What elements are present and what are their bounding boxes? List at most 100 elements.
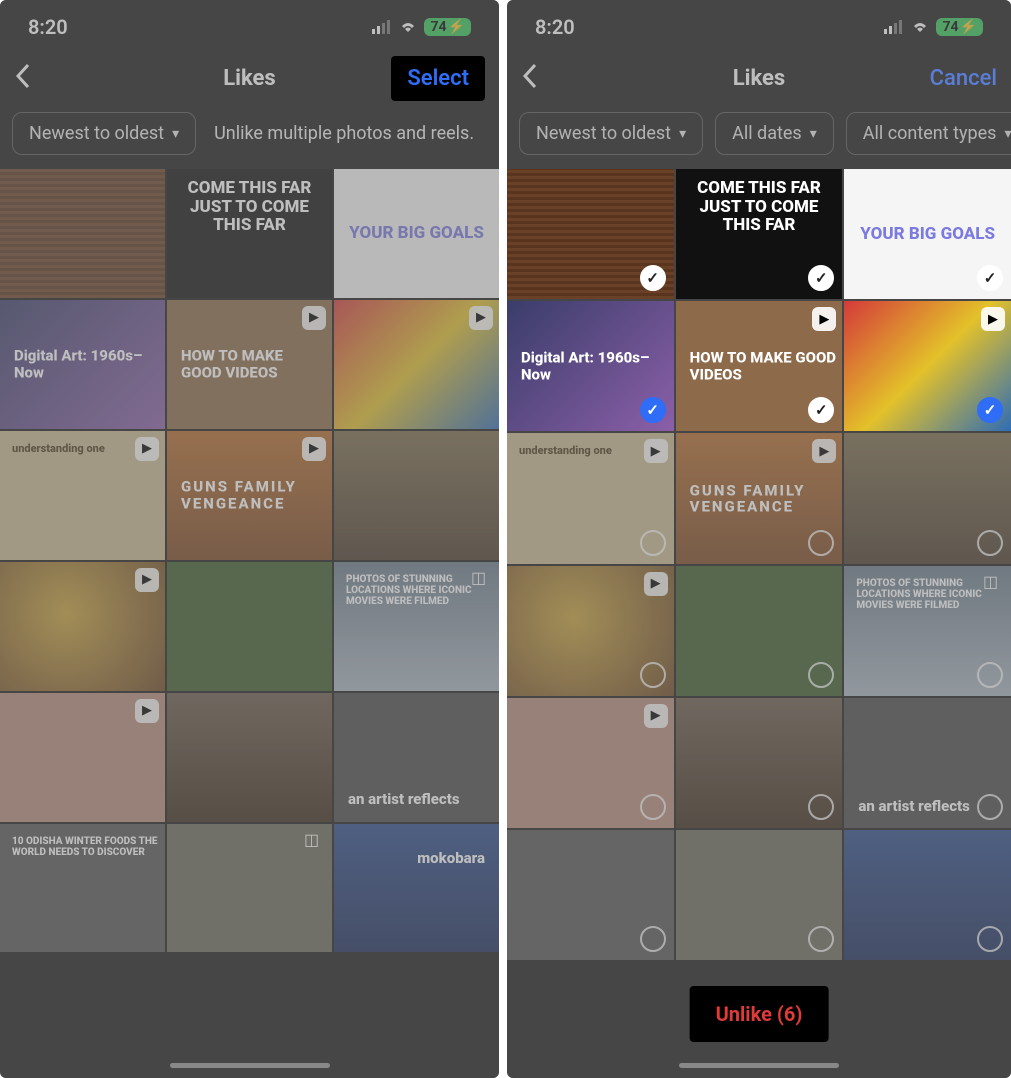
tile-snow[interactable]: ◫PHOTOS OF STUNNING LOCATIONS WHERE ICON… — [334, 562, 499, 691]
unlike-count: 6 — [784, 1002, 795, 1026]
date-filter-label: All dates — [732, 123, 802, 144]
tile-wood[interactable] — [0, 169, 165, 298]
chevron-down-icon: ▾ — [172, 126, 179, 142]
cellular-icon — [372, 20, 392, 34]
reels-icon: ▶ — [644, 704, 668, 728]
tile-nike[interactable]: ▶ — [334, 300, 499, 429]
reels-icon: ▶ — [644, 439, 668, 463]
tile-person[interactable] — [167, 693, 332, 822]
likes-grid-selection: ✓ COME THIS FAR JUST TO COME THIS FAR✓ Y… — [507, 169, 1011, 960]
reels-icon: ▶ — [812, 439, 836, 463]
chevron-left-icon — [521, 62, 539, 90]
tile-suit[interactable]: an artist reflects — [844, 698, 1011, 828]
tile-come-far[interactable]: COME THIS FAR JUST TO COME THIS FAR✓ — [676, 169, 843, 299]
select-button[interactable]: Select — [391, 56, 485, 101]
reels-icon: ▶ — [644, 572, 668, 596]
status-icons: 74⚡ — [372, 18, 471, 36]
tile-digital-art[interactable]: Digital Art: 1960s–Now✓ — [507, 301, 674, 431]
tile-make-videos[interactable]: ▶HOW TO MAKE GOOD VIDEOS✓ — [676, 301, 843, 431]
tile-odisha[interactable] — [507, 830, 674, 960]
chevron-left-icon — [14, 62, 32, 90]
reels-icon: ▶ — [302, 437, 326, 461]
reels-icon: ▶ — [812, 307, 836, 331]
tile-come-far[interactable]: COME THIS FAR JUST TO COME THIS FAR — [167, 169, 332, 298]
tile-food[interactable]: ▶ — [0, 562, 165, 691]
selection-circle[interactable] — [808, 662, 834, 688]
tile-understanding[interactable]: ▶understanding one — [507, 433, 674, 563]
selection-circle[interactable] — [640, 662, 666, 688]
tile-suit[interactable]: an artist reflects — [334, 693, 499, 822]
tile-moko[interactable] — [844, 830, 1011, 960]
tile-road[interactable]: ◫ — [167, 824, 332, 953]
home-indicator[interactable] — [679, 1063, 839, 1068]
selection-circle[interactable] — [640, 530, 666, 556]
filter-row: Newest to oldest ▾ All dates ▾ All conte… — [507, 102, 1011, 169]
cancel-button[interactable]: Cancel — [930, 66, 997, 91]
tile-nike[interactable]: ▶✓ — [844, 301, 1011, 431]
phone-screenshot-right: 8:20 74⚡ Likes Cancel Newest to oldest ▾… — [507, 0, 1011, 1078]
battery-indicator: 74⚡ — [424, 18, 471, 36]
date-filter[interactable]: All dates ▾ — [715, 112, 834, 155]
selection-circle[interactable] — [640, 926, 666, 952]
status-icons: 74⚡ — [884, 18, 983, 36]
battery-indicator: 74⚡ — [936, 18, 983, 36]
unlike-button[interactable]: Unlike (6) — [690, 986, 829, 1042]
filter-row: Newest to oldest ▾ Unlike multiple photo… — [0, 102, 499, 169]
selection-circle[interactable] — [808, 794, 834, 820]
carousel-icon: ◫ — [983, 572, 1005, 594]
sort-filter-label: Newest to oldest — [536, 123, 671, 144]
status-time: 8:20 — [535, 15, 575, 39]
reels-icon: ▶ — [135, 568, 159, 592]
selection-circle[interactable] — [977, 794, 1003, 820]
content-filter[interactable]: All content types ▾ — [846, 112, 1011, 155]
tile-pink[interactable]: ▶ — [507, 698, 674, 828]
tile-odisha[interactable]: 10 ODISHA WINTER FOODS THE WORLD NEEDS T… — [0, 824, 165, 953]
selection-checkmark[interactable]: ✓ — [977, 397, 1003, 423]
selection-circle[interactable] — [808, 530, 834, 556]
selection-checkmark[interactable]: ✓ — [977, 265, 1003, 291]
tile-road[interactable] — [676, 830, 843, 960]
selection-checkmark[interactable]: ✓ — [640, 397, 666, 423]
selection-circle[interactable] — [977, 926, 1003, 952]
carousel-icon: ◫ — [304, 830, 326, 852]
selection-circle[interactable] — [977, 662, 1003, 688]
tile-grass[interactable] — [167, 562, 332, 691]
tile-person[interactable] — [676, 698, 843, 828]
status-bar: 8:20 74⚡ — [507, 0, 1011, 54]
back-button[interactable] — [14, 62, 32, 94]
selection-circle[interactable] — [640, 794, 666, 820]
wifi-icon — [910, 20, 930, 34]
tile-understanding[interactable]: ▶understanding one — [0, 431, 165, 560]
selection-circle[interactable] — [977, 530, 1003, 556]
unlike-label: Unlike — [716, 1002, 772, 1026]
tile-face1[interactable] — [844, 433, 1011, 563]
tile-face1[interactable] — [334, 431, 499, 560]
tile-pink[interactable]: ▶ — [0, 693, 165, 822]
tile-wood[interactable]: ✓ — [507, 169, 674, 299]
back-button[interactable] — [521, 62, 539, 94]
selection-checkmark[interactable]: ✓ — [640, 265, 666, 291]
nav-bar: Likes Select — [0, 54, 499, 102]
tile-grass[interactable] — [676, 566, 843, 696]
status-bar: 8:20 74⚡ — [0, 0, 499, 54]
selection-checkmark[interactable]: ✓ — [808, 265, 834, 291]
home-indicator[interactable] — [170, 1063, 330, 1068]
reels-icon: ▶ — [135, 437, 159, 461]
tile-moko[interactable]: mokobara — [334, 824, 499, 953]
chevron-down-icon: ▾ — [1004, 126, 1011, 142]
sort-filter-label: Newest to oldest — [29, 123, 164, 144]
tile-snow[interactable]: ◫PHOTOS OF STUNNING LOCATIONS WHERE ICON… — [844, 566, 1011, 696]
selection-circle[interactable] — [808, 926, 834, 952]
tile-big-goals[interactable]: YOUR BIG GOALS✓ — [844, 169, 1011, 299]
tile-digital-art[interactable]: Digital Art: 1960s–Now — [0, 300, 165, 429]
tile-big-goals[interactable]: YOUR BIG GOALS — [334, 169, 499, 298]
sort-filter[interactable]: Newest to oldest ▾ — [519, 112, 703, 155]
reels-icon: ▶ — [981, 307, 1005, 331]
sort-filter[interactable]: Newest to oldest ▾ — [12, 112, 196, 155]
tile-make-videos[interactable]: ▶HOW TO MAKE GOOD VIDEOS — [167, 300, 332, 429]
tile-guns[interactable]: ▶GUNS FAMILY VENGEANCE — [167, 431, 332, 560]
tile-guns[interactable]: ▶GUNS FAMILY VENGEANCE — [676, 433, 843, 563]
chevron-down-icon: ▾ — [810, 126, 817, 142]
selection-checkmark[interactable]: ✓ — [808, 397, 834, 423]
tile-food[interactable]: ▶ — [507, 566, 674, 696]
